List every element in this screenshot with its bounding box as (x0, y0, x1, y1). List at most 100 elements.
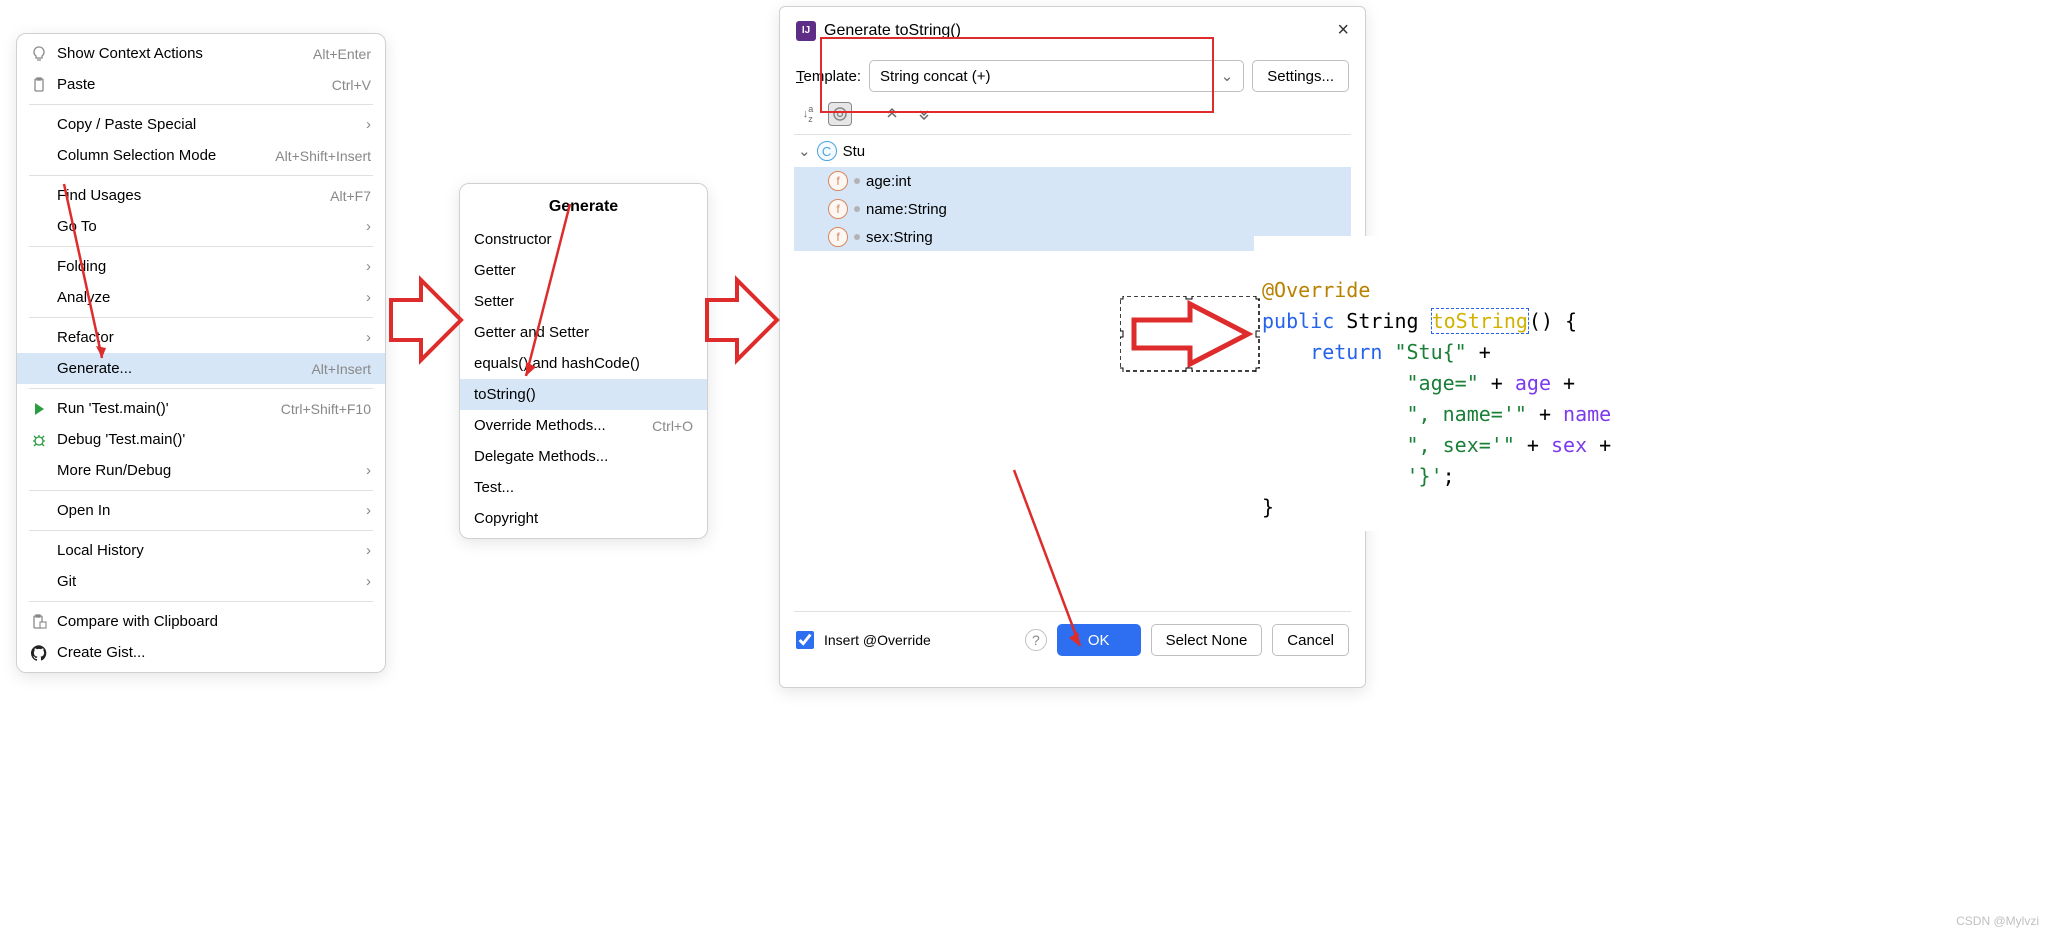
field-icon: f (828, 199, 848, 219)
tree-field[interactable]: f name:String (794, 195, 1351, 223)
context-menu-item[interactable]: Open In› (17, 495, 385, 526)
menu-item-label: Copyright (474, 510, 693, 527)
ok-button[interactable]: OK (1057, 624, 1141, 656)
context-menu-item[interactable]: Refactor› (17, 322, 385, 353)
generate-menu-item[interactable]: toString() (460, 379, 707, 410)
chevron-right-icon: › (366, 116, 371, 133)
context-menu-item[interactable]: Column Selection ModeAlt+Shift+Insert (17, 140, 385, 171)
context-menu-item[interactable]: Local History› (17, 535, 385, 566)
menu-item-label: Getter and Setter (474, 324, 693, 341)
field-icon: f (828, 171, 848, 191)
menu-item-label: Test... (474, 479, 693, 496)
chevron-right-icon: › (366, 289, 371, 306)
context-menu-item[interactable]: Debug 'Test.main()' (17, 424, 385, 455)
menu-item-icon (31, 614, 57, 630)
context-menu-item[interactable]: Create Gist... (17, 637, 385, 668)
shortcut: Alt+F7 (330, 188, 371, 204)
shortcut: Alt+Insert (311, 361, 371, 377)
expand-all-icon[interactable] (880, 102, 904, 126)
field-label: age:int (866, 173, 911, 190)
select-none-button[interactable]: Select None (1151, 624, 1263, 656)
show-inherited-icon[interactable] (828, 102, 852, 126)
divider (29, 530, 373, 531)
context-menu: Show Context ActionsAlt+EnterPasteCtrl+V… (16, 33, 386, 673)
menu-item-label: Open In (57, 502, 366, 519)
chevron-down-icon: ⌄ (798, 142, 811, 160)
generate-menu-item[interactable]: Override Methods...Ctrl+O (460, 410, 707, 441)
class-name: Stu (843, 143, 866, 160)
arrow-icon (702, 270, 782, 370)
menu-item-icon (31, 432, 57, 448)
menu-item-label: Generate... (57, 360, 311, 377)
chevron-right-icon: › (366, 218, 371, 235)
menu-item-label: Analyze (57, 289, 366, 306)
divider (29, 388, 373, 389)
code-snippet: @Override public String toString() { ret… (1254, 236, 1619, 531)
context-menu-item[interactable]: Go To› (17, 211, 385, 242)
menu-item-label: Run 'Test.main()' (57, 400, 281, 417)
class-icon: C (817, 141, 837, 161)
chevron-down-icon: ⌄ (1221, 67, 1234, 85)
context-menu-item[interactable]: More Run/Debug› (17, 455, 385, 486)
sort-icon[interactable]: ↓az (796, 102, 820, 126)
cancel-button[interactable]: Cancel (1272, 624, 1349, 656)
context-menu-item[interactable]: Copy / Paste Special› (17, 109, 385, 140)
context-menu-item[interactable]: Show Context ActionsAlt+Enter (17, 38, 385, 69)
close-icon[interactable]: × (1337, 19, 1349, 42)
template-combo[interactable]: String concat (+) ⌄ (869, 60, 1244, 92)
context-menu-item[interactable]: Find UsagesAlt+F7 (17, 180, 385, 211)
help-icon[interactable]: ? (1025, 629, 1047, 651)
menu-item-label: Debug 'Test.main()' (57, 431, 371, 448)
generate-menu-item[interactable]: Setter (460, 286, 707, 317)
intellij-icon: IJ (796, 21, 816, 41)
menu-item-label: Setter (474, 293, 693, 310)
generate-menu-item[interactable]: Getter and Setter (460, 317, 707, 348)
menu-item-icon (31, 46, 57, 62)
tree-root[interactable]: ⌄ C Stu (794, 135, 1351, 167)
insert-override-checkbox[interactable] (796, 631, 814, 649)
generate-menu-item[interactable]: Test... (460, 472, 707, 503)
context-menu-item[interactable]: PasteCtrl+V (17, 69, 385, 100)
menu-item-icon (31, 401, 57, 417)
tree-field[interactable]: f age:int (794, 167, 1351, 195)
menu-item-label: toString() (474, 386, 693, 403)
generate-menu-item[interactable]: Getter (460, 255, 707, 286)
generate-menu: Generate Constructor Getter Setter Getter a… (459, 183, 708, 539)
divider (29, 175, 373, 176)
chevron-right-icon: › (366, 462, 371, 479)
menu-item-label: Find Usages (57, 187, 330, 204)
chevron-right-icon: › (366, 258, 371, 275)
context-menu-item[interactable]: Run 'Test.main()'Ctrl+Shift+F10 (17, 393, 385, 424)
visibility-icon (854, 206, 860, 212)
chevron-right-icon: › (366, 329, 371, 346)
arrow-icon (386, 270, 466, 370)
context-menu-item[interactable]: Analyze› (17, 282, 385, 313)
generate-menu-item[interactable]: Copyright (460, 503, 707, 534)
settings-button[interactable]: Settings... (1252, 60, 1349, 92)
divider (29, 317, 373, 318)
menu-item-label: Git (57, 573, 366, 590)
context-menu-item[interactable]: Generate...Alt+Insert (17, 353, 385, 384)
field-label: name:String (866, 201, 947, 218)
divider (29, 246, 373, 247)
generate-menu-item[interactable]: Constructor (460, 224, 707, 255)
menu-item-label: More Run/Debug (57, 462, 366, 479)
generate-title: Generate (460, 188, 707, 224)
menu-item-label: Getter (474, 262, 693, 279)
menu-item-label: Go To (57, 218, 366, 235)
chevron-right-icon: › (366, 542, 371, 559)
watermark: CSDN @Mylvzi (1956, 914, 2039, 928)
shortcut: Ctrl+V (332, 77, 371, 93)
collapse-all-icon[interactable] (912, 102, 936, 126)
generate-menu-item[interactable]: equals() and hashCode() (460, 348, 707, 379)
context-menu-item[interactable]: Folding› (17, 251, 385, 282)
menu-item-label: Override Methods... (474, 417, 652, 434)
template-label: Template: (796, 68, 861, 85)
divider (29, 104, 373, 105)
menu-item-label: Paste (57, 76, 332, 93)
generate-menu-item[interactable]: Delegate Methods... (460, 441, 707, 472)
shortcut: Alt+Enter (313, 46, 371, 62)
context-menu-item[interactable]: Compare with Clipboard (17, 606, 385, 637)
context-menu-item[interactable]: Git› (17, 566, 385, 597)
menu-item-label: Column Selection Mode (57, 147, 275, 164)
